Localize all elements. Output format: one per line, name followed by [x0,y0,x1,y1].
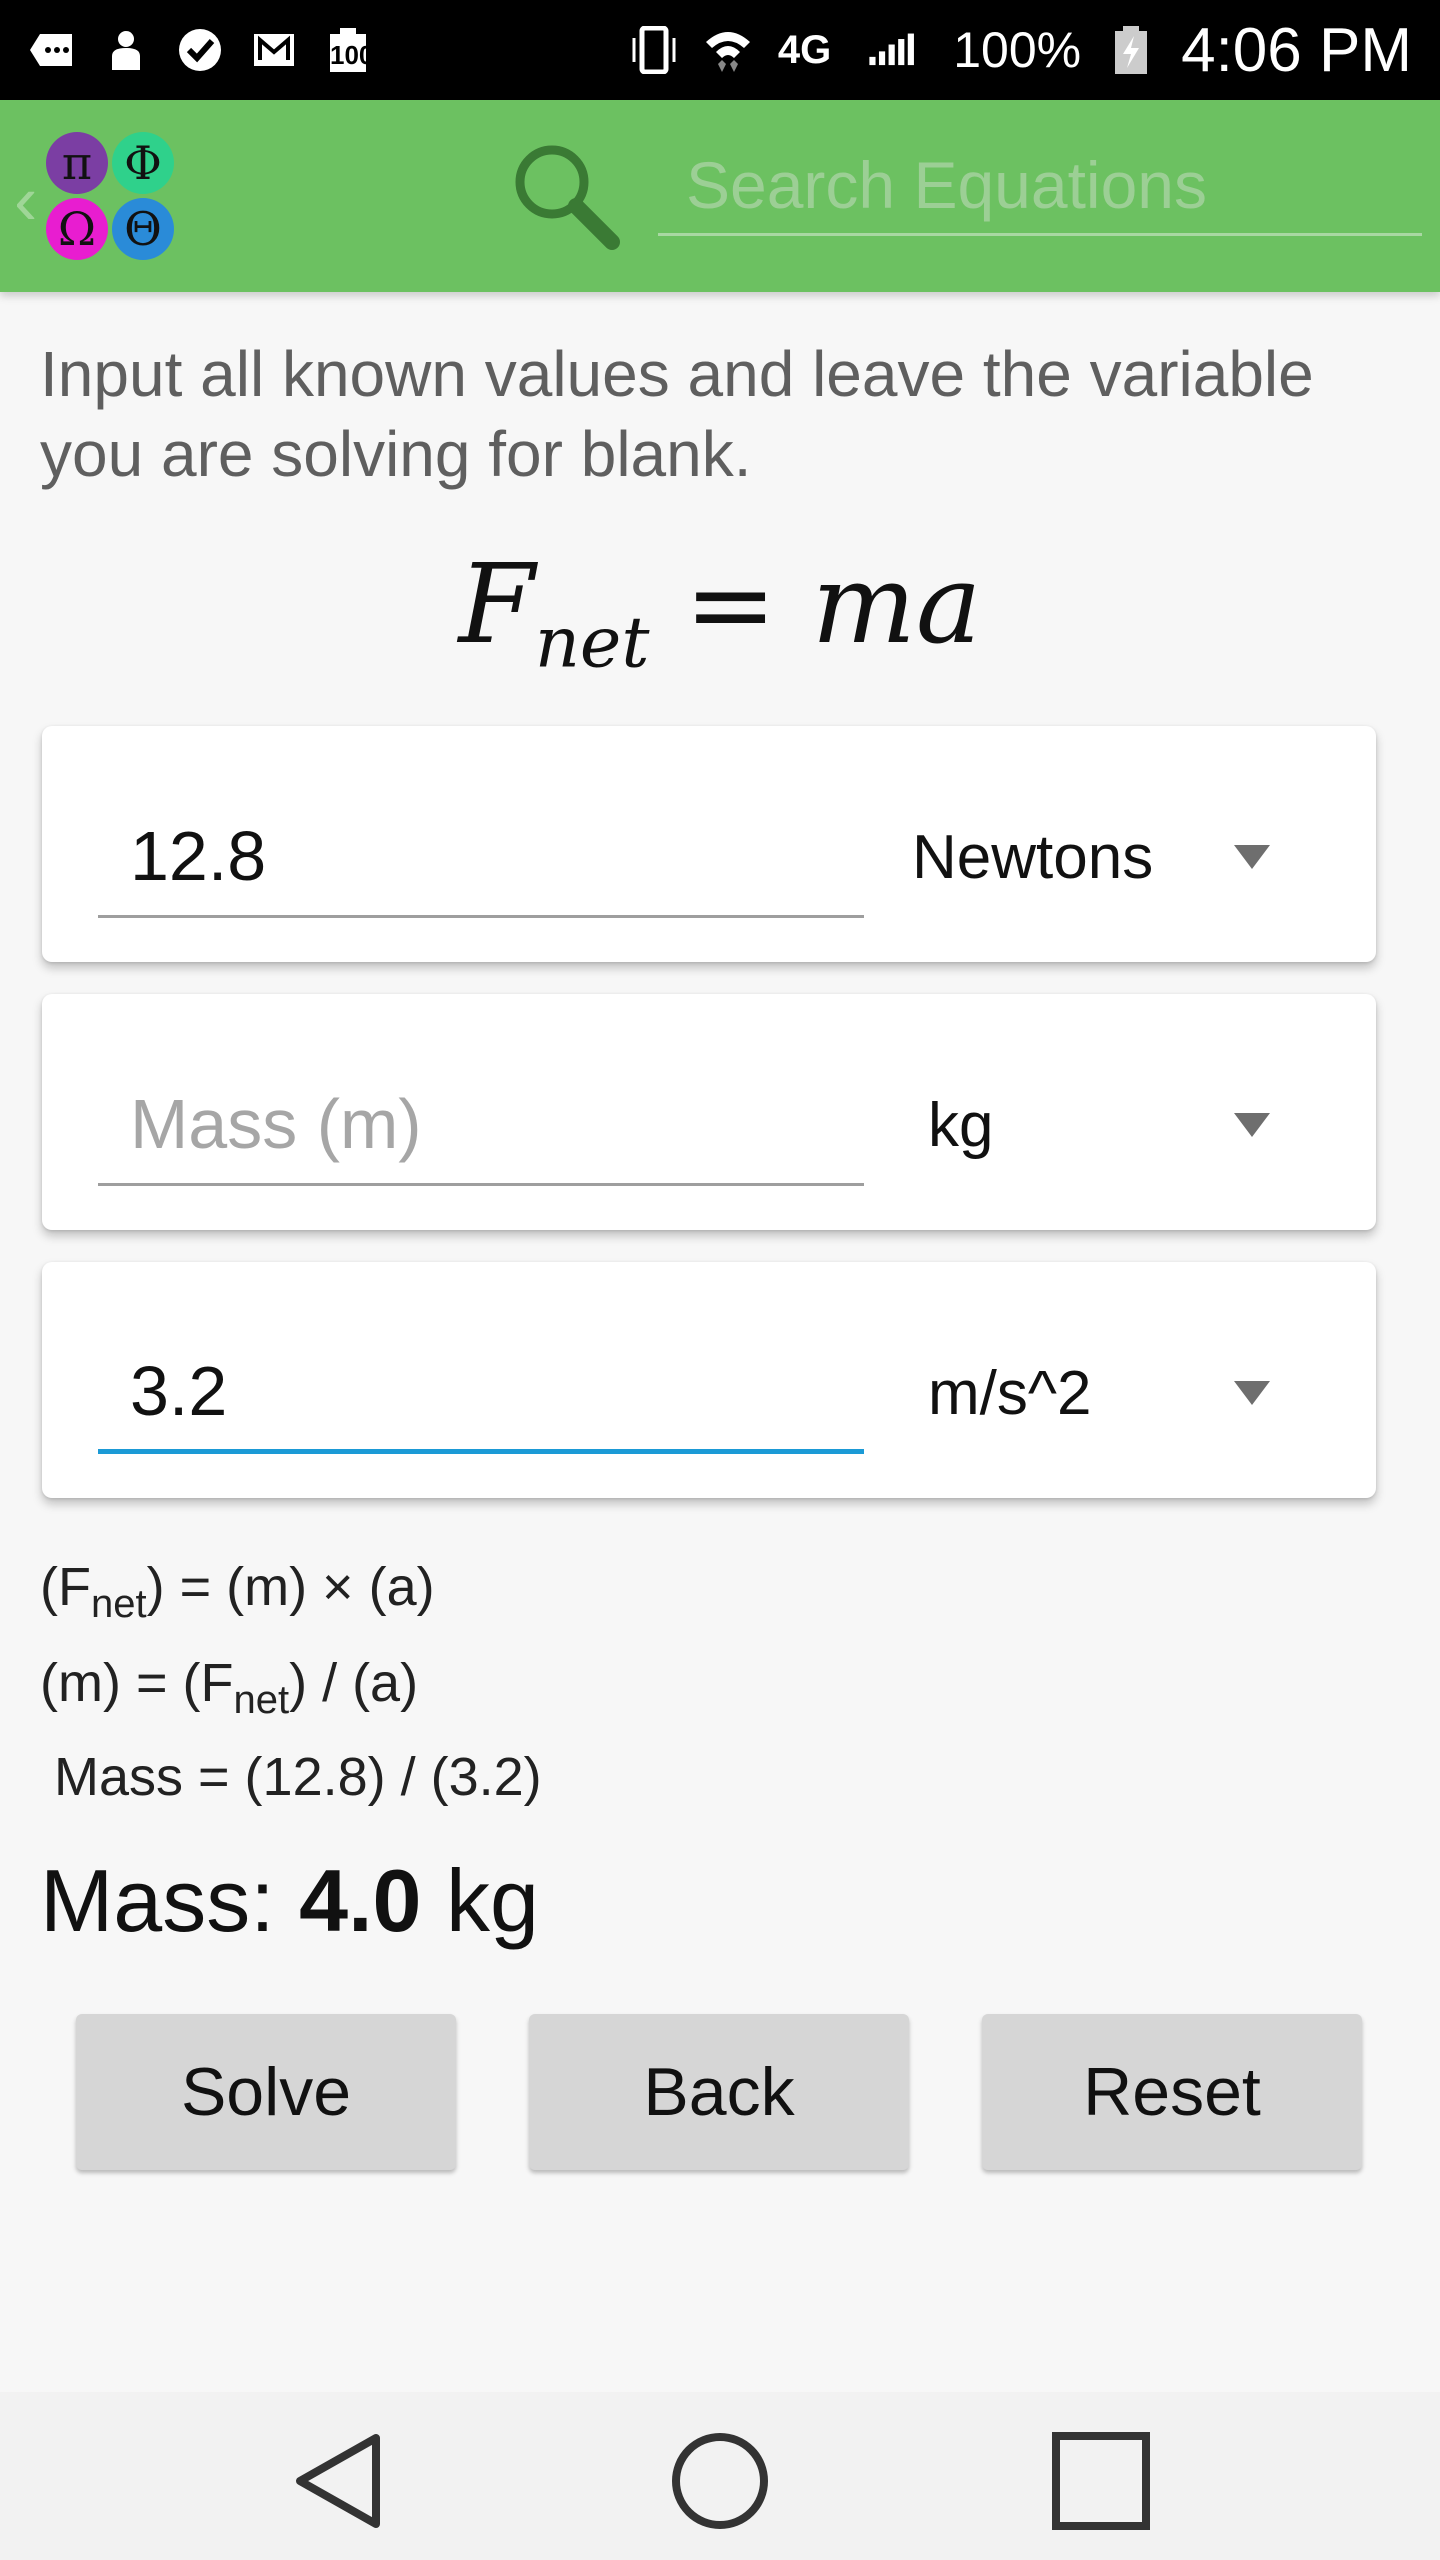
acceleration-input[interactable]: 3.2 [98,1332,864,1454]
equation-rhs: ma [811,540,982,668]
derivation-line-1-a: (F [40,1557,91,1617]
equation-lhs: F [458,540,535,668]
nav-home-icon[interactable] [665,2426,775,2536]
more-icon [28,26,76,74]
search-icon[interactable] [504,134,624,254]
equation-lhs-sub: net [534,601,650,684]
status-bar: 100 4G 100% 4:06 PM [0,0,1440,100]
mass-card: Mass (m) kg [42,994,1376,1230]
navigation-bar [0,2392,1440,2560]
acceleration-unit-select[interactable]: m/s^2 [912,1348,1332,1438]
instructions-text: Input all known values and leave the var… [40,338,1314,490]
derivation-line-3: Mass = (12.8) / (3.2) [54,1747,542,1807]
derivation-line-1: (Fnet) = (m) × (a) [40,1556,435,1627]
result-unit: kg [421,1851,539,1950]
person-icon [102,26,150,74]
nav-recents-icon[interactable] [1046,2426,1156,2536]
check-badge-icon [176,26,224,74]
result-label: Mass: [40,1851,300,1950]
wifi-icon [704,26,752,74]
logo-phi: Φ [112,132,174,194]
derivation-line-2: (m) = (Fnet) / (a) [40,1652,418,1723]
acceleration-unit-label: m/s^2 [928,1358,1092,1428]
status-bar-notifications: 100 [28,26,374,74]
logo-pi: π [46,132,108,194]
mass-input[interactable]: Mass (m) [98,1064,864,1186]
force-unit-label: Newtons [912,822,1154,892]
nav-back-icon[interactable] [286,2426,396,2536]
derivation-line-2-a: (m) = (F [40,1653,234,1713]
logo-theta: Θ [112,198,174,260]
app-logo[interactable]: π Φ Ω Θ [46,132,178,264]
dropdown-arrow-icon [1234,1381,1270,1405]
dropdown-arrow-icon [1234,1113,1270,1137]
solve-button[interactable]: Solve [76,2014,456,2170]
equation-display: Fnet = ma [0,540,1440,684]
derivation-line-2-b: ) / (a) [289,1653,419,1713]
up-chevron-icon[interactable]: ‹ [14,160,37,240]
derivation-line-2-sub: net [233,1677,290,1722]
result-text: Mass: 4.0 kg [40,1850,539,1952]
result-value: 4.0 [299,1851,422,1950]
battery-percent: 100% [953,22,1082,78]
vibrate-icon [630,26,678,74]
battery-badge-label: 100 [330,40,374,70]
logo-omega: Ω [46,198,108,260]
search-input[interactable]: Search Equations [658,136,1422,236]
force-input[interactable]: 12.8 [98,796,864,918]
network-type: 4G [777,27,832,72]
derivation-line-1-b: ) = (m) × (a) [146,1557,435,1617]
mass-unit-label: kg [928,1090,994,1160]
acceleration-card: 3.2 m/s^2 [42,1262,1376,1498]
back-button[interactable]: Back [529,2014,909,2170]
app-bar: ‹ π Φ Ω Θ Search Equations [0,100,1440,292]
dropdown-arrow-icon [1234,845,1270,869]
clock: 4:06 PM [1181,15,1412,85]
force-unit-select[interactable]: Newtons [912,812,1332,902]
equation-equals: = [649,540,812,668]
status-bar-system: 4G 100% 4:06 PM [630,15,1412,86]
signal-icon [857,26,927,74]
derivation-line-1-sub: net [90,1581,147,1626]
mass-unit-select[interactable]: kg [912,1080,1332,1170]
reset-button[interactable]: Reset [982,2014,1362,2170]
force-card: 12.8 Newtons [42,726,1376,962]
battery-charging-icon [1107,26,1155,74]
battery-badge-icon: 100 [324,26,374,74]
mail-icon [250,26,298,74]
